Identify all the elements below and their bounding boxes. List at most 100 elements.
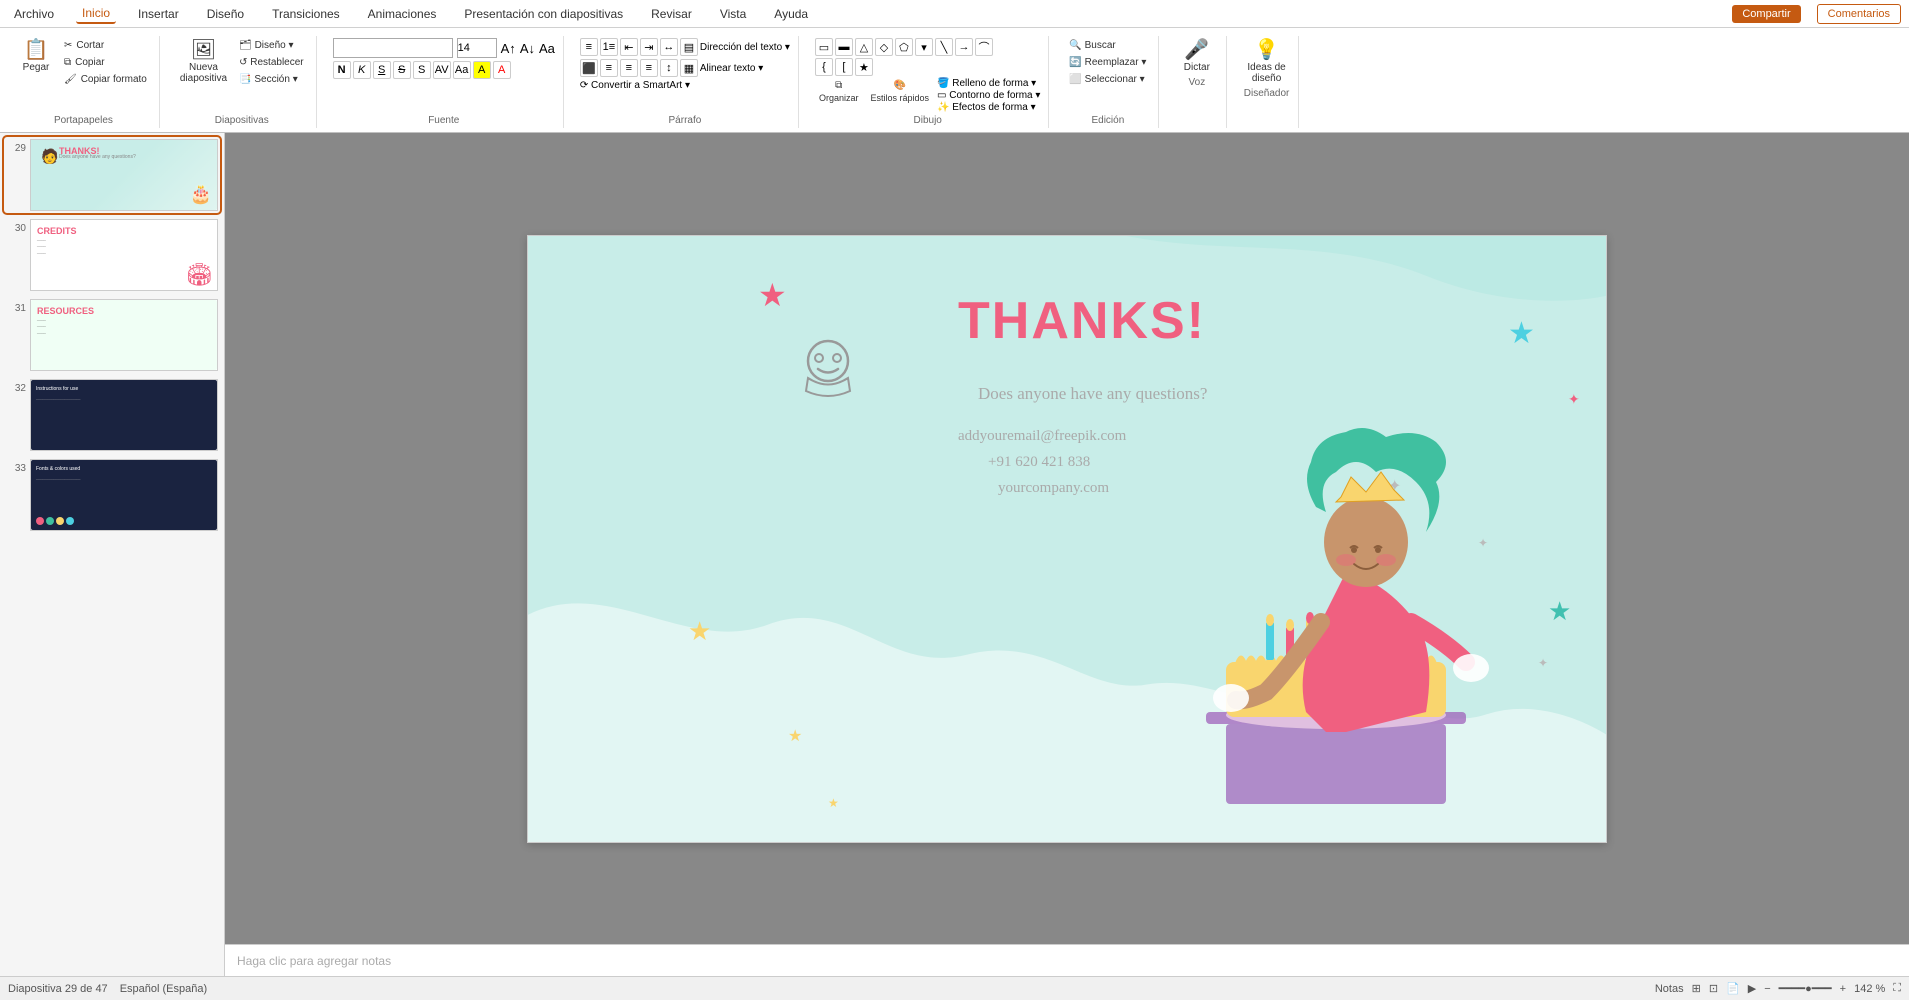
left-to-right-button[interactable]: ↔	[660, 38, 678, 56]
increase-indent-button[interactable]: ⇥	[640, 38, 658, 56]
zoom-slider[interactable]: ━━━━●━━━	[1779, 982, 1832, 995]
columns2-button[interactable]: ▦	[680, 59, 698, 77]
menu-ayuda[interactable]: Ayuda	[768, 5, 814, 23]
organizar-button[interactable]: ⧉Organizar	[815, 78, 863, 113]
font-family-input[interactable]	[333, 38, 453, 58]
columns-button[interactable]: ▤	[680, 38, 698, 56]
smartart-button[interactable]: ⟳ Convertir a SmartArt ▾	[580, 80, 690, 91]
comments-button[interactable]: Comentarios	[1817, 4, 1901, 24]
slide-panel[interactable]: 29 THANKS! Does anyone have any question…	[0, 133, 225, 976]
shape-star[interactable]: ★	[855, 58, 873, 76]
shape-arrow[interactable]: →	[955, 38, 973, 56]
copy-format-button[interactable]: 🖌 Copiar formato	[60, 72, 151, 87]
birthday-illustration	[1126, 422, 1546, 842]
strikethrough-button[interactable]: S	[393, 61, 411, 79]
menu-insertar[interactable]: Insertar	[132, 5, 185, 23]
shape-line[interactable]: ╲	[935, 38, 953, 56]
decrease-font-button[interactable]: A↓	[520, 41, 535, 56]
star-pink-top: ★	[758, 276, 787, 314]
italic-button[interactable]: K	[353, 61, 371, 79]
decrease-indent-button[interactable]: ⇤	[620, 38, 638, 56]
section-button[interactable]: 📑 Sección ▾	[235, 72, 308, 87]
menu-diseno[interactable]: Diseño	[201, 5, 250, 23]
increase-font-button[interactable]: A↑	[501, 41, 516, 56]
cut-button[interactable]: ✂ Cortar	[60, 38, 151, 53]
zoom-in-button[interactable]: +	[1840, 983, 1846, 995]
slideshow-button[interactable]: ▶	[1748, 982, 1756, 995]
slide-thumb-32[interactable]: 32 Instructions for use ________________…	[4, 377, 220, 453]
menu-revisar[interactable]: Revisar	[645, 5, 698, 23]
copy-button[interactable]: ⧉ Copiar	[60, 55, 151, 70]
slide-info: Diapositiva 29 de 47	[8, 983, 108, 995]
slide-area: ★ ★ ★ ★ ✦ ✦ ✦ ★ ★ ✦	[225, 133, 1909, 944]
share-button[interactable]: Compartir	[1732, 5, 1800, 23]
slide-email: addyouremail@freepik.com	[958, 428, 1126, 445]
align-text-button[interactable]: Alinear texto ▾	[700, 63, 763, 74]
shape-more[interactable]: ▾	[915, 38, 933, 56]
status-bar: Diapositiva 29 de 47 Español (España) No…	[0, 976, 1909, 1000]
align-center-button[interactable]: ≡	[600, 59, 618, 77]
dictate-button[interactable]: 🎤 Dictar	[1177, 38, 1217, 75]
notes-bar[interactable]: Haga clic para agregar notas	[225, 944, 1909, 976]
paste-button[interactable]: 📋 Pegar	[16, 38, 56, 75]
font-size-input[interactable]	[457, 38, 497, 58]
shape-rect2[interactable]: ▬	[835, 38, 853, 56]
slide-canvas[interactable]: ★ ★ ★ ★ ✦ ✦ ✦ ★ ★ ✦	[527, 235, 1607, 843]
new-slide-button[interactable]: 🖼 Nuevadiapositiva	[176, 38, 231, 86]
shape-curve[interactable]: ⌒	[975, 38, 993, 56]
change-case-button[interactable]: Aa	[453, 61, 471, 79]
shape-diamond[interactable]: ◇	[875, 38, 893, 56]
group-edicion: 🔍 Buscar 🔄 Reemplazar ▾ ⬜ Seleccionar ▾ …	[1057, 36, 1159, 128]
replace-button[interactable]: 🔄 Reemplazar ▾	[1065, 55, 1150, 70]
char-spacing-button[interactable]: AV	[433, 61, 451, 79]
normal-view-button[interactable]: ⊞	[1692, 982, 1701, 995]
font-color-button[interactable]: A	[493, 61, 511, 79]
menu-vista[interactable]: Vista	[714, 5, 752, 23]
shadow-button[interactable]: S	[413, 61, 431, 79]
effects-button[interactable]: ✨ Efectos de forma ▾	[937, 102, 1040, 113]
search-button[interactable]: 🔍 Buscar	[1065, 38, 1119, 53]
fit-slide-button[interactable]: ⛶	[1893, 982, 1901, 995]
numbering-button[interactable]: 1≡	[600, 38, 618, 56]
menu-inicio[interactable]: Inicio	[76, 4, 116, 24]
shape-brace[interactable]: {	[815, 58, 833, 76]
align-right-button[interactable]: ≡	[620, 59, 638, 77]
line-spacing-button[interactable]: ↕	[660, 59, 678, 77]
shape-pentagon[interactable]: ⬠	[895, 38, 913, 56]
reset-button[interactable]: ↺ Restablecer	[235, 55, 308, 70]
slide-website: yourcompany.com	[998, 480, 1109, 497]
bullets-button[interactable]: ≡	[580, 38, 598, 56]
layout-button[interactable]: 🗂 Diseño ▾	[235, 38, 308, 53]
slide-thumb-30[interactable]: 30 CREDITS ____________ 🏟	[4, 217, 220, 293]
menu-archivo[interactable]: Archivo	[8, 5, 60, 23]
slide-thumb-29[interactable]: 29 THANKS! Does anyone have any question…	[4, 137, 220, 213]
notes-view-button[interactable]: Notas	[1655, 983, 1684, 995]
star-pink-small: ★	[828, 796, 839, 810]
highlight-button[interactable]: A	[473, 61, 491, 79]
clear-format-button[interactable]: Aa	[539, 41, 555, 56]
star-yellow-left: ★	[688, 616, 711, 647]
design-ideas-button[interactable]: 💡 Ideas dediseño	[1243, 38, 1289, 86]
notes-placeholder: Haga clic para agregar notas	[237, 954, 391, 968]
menu-presentacion[interactable]: Presentación con diapositivas	[458, 5, 629, 23]
bold-button[interactable]: N	[333, 61, 351, 79]
menu-transiciones[interactable]: Transiciones	[266, 5, 346, 23]
fill-button[interactable]: 🪣 Relleno de forma ▾	[937, 78, 1040, 89]
main-area: 29 THANKS! Does anyone have any question…	[0, 133, 1909, 976]
estilos-button[interactable]: 🎨Estilos rápidos	[866, 78, 933, 113]
shape-triangle[interactable]: △	[855, 38, 873, 56]
menu-animaciones[interactable]: Animaciones	[362, 5, 443, 23]
slide-thumb-33[interactable]: 33 Fonts & colors used _________________…	[4, 457, 220, 533]
align-left-button[interactable]: ⬛	[580, 59, 598, 77]
text-direction-button[interactable]: Dirección del texto ▾	[700, 42, 790, 53]
outline-button[interactable]: ▭ Contorno de forma ▾	[937, 90, 1040, 101]
reading-view-button[interactable]: 📄	[1726, 982, 1740, 995]
justify-button[interactable]: ≡	[640, 59, 658, 77]
underline-button[interactable]: S	[373, 61, 391, 79]
shape-rect[interactable]: ▭	[815, 38, 833, 56]
slide-thumb-31[interactable]: 31 RESOURCES ____________	[4, 297, 220, 373]
shape-bracket[interactable]: [	[835, 58, 853, 76]
select-button[interactable]: ⬜ Seleccionar ▾	[1065, 72, 1148, 87]
zoom-out-button[interactable]: −	[1764, 983, 1770, 995]
slide-sorter-button[interactable]: ⊡	[1709, 982, 1718, 995]
